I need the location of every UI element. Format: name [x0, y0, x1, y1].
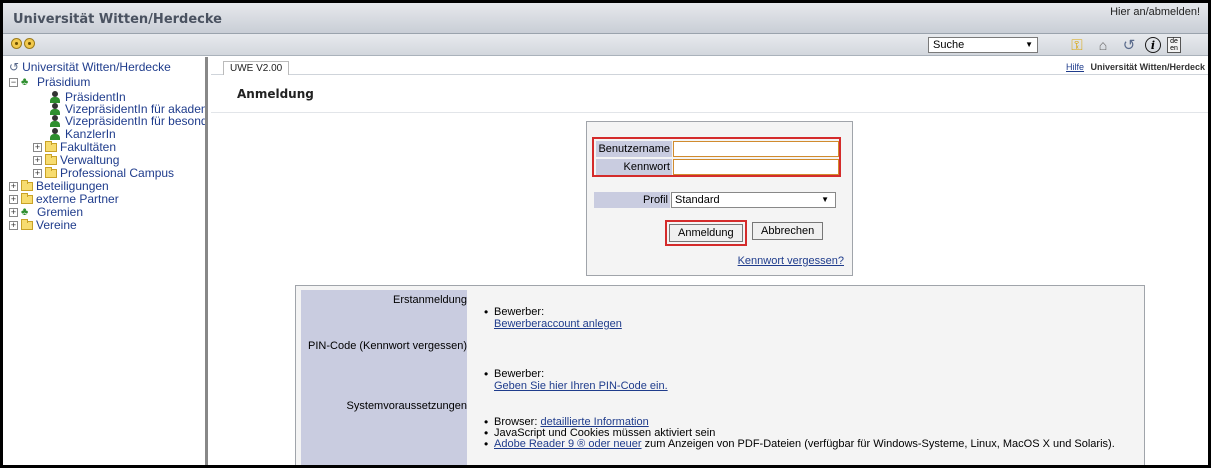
home-icon[interactable]: ⌂: [1093, 36, 1113, 54]
swirl-icon: ↺: [9, 60, 20, 74]
adobe-text: zum Anzeigen von PDF-Dateien (verfügbar …: [644, 438, 1115, 450]
browser-frame: Universität Witten/Herdecke Hier an/abme…: [0, 0, 1211, 468]
folder-icon: [21, 179, 33, 191]
info-label-column: [301, 290, 467, 465]
title-bar: Universität Witten/Herdecke Hier an/abme…: [3, 3, 1208, 34]
dot-icon[interactable]: [11, 38, 22, 49]
group-icon: ♣: [21, 76, 29, 88]
login-logout-link[interactable]: Hier an/abmelden!: [1110, 6, 1200, 18]
lang-en-label: en: [1170, 45, 1178, 52]
folder-icon: [21, 192, 33, 204]
erstanmeldung-label: Erstanmeldung: [393, 294, 467, 306]
system-label: Systemvoraussetzungen: [346, 400, 467, 412]
expand-icon[interactable]: +: [33, 168, 42, 178]
org-name: Universität Witten/Herdeck: [1090, 62, 1205, 72]
chevron-down-icon: ▼: [821, 195, 829, 204]
tree-root[interactable]: ↺ Universität Witten/Herdecke: [9, 60, 171, 74]
credentials-group: Benutzername Kennwort: [592, 137, 841, 177]
app-title: Universität Witten/Herdecke: [13, 12, 222, 27]
login-box: Benutzername Kennwort Profil Standard ▼ …: [586, 121, 853, 276]
tree-label: VizepräsidentIn für besonde: [65, 114, 208, 128]
tree-item-beteiligungen[interactable]: + Beteiligungen: [9, 179, 109, 193]
toolbar-icons: ⚿ ⌂ ↺ i de en: [1067, 36, 1181, 54]
forgot-password-link[interactable]: Kennwort vergessen?: [738, 255, 844, 267]
search-dropdown[interactable]: Suche ▼: [928, 37, 1038, 53]
tree-label: Verwaltung: [60, 153, 120, 167]
folder-icon: [45, 153, 57, 165]
password-label: Kennwort: [596, 159, 672, 175]
tree-item-gremien[interactable]: + ♣ Gremien: [9, 205, 83, 219]
tab-uwe[interactable]: UWE V2.00: [223, 61, 290, 75]
group-icon: ♣: [21, 206, 29, 218]
tab-bar: UWE V2.00 Hilfe Universität Witten/Herde…: [211, 57, 1208, 75]
collapse-icon[interactable]: −: [9, 77, 18, 87]
dot-icon[interactable]: [24, 38, 35, 49]
tree-label: externe Partner: [36, 192, 119, 206]
navigation-tree: ↺ Universität Witten/Herdecke − ♣ Präsidium…: [3, 57, 208, 465]
folder-icon: [45, 140, 57, 152]
help-link[interactable]: Hilfe: [1066, 62, 1084, 72]
list-item: Bewerber: Bewerberaccount anlegen: [484, 305, 622, 330]
tree-root-label: Universität Witten/Herdecke: [22, 60, 171, 74]
tree-label: Beteiligungen: [36, 179, 109, 193]
tree-label: Gremien: [37, 205, 84, 219]
tree-item-vereine[interactable]: + Vereine: [9, 218, 77, 232]
language-icon[interactable]: de en: [1167, 37, 1181, 53]
search-dropdown-value: Suche: [933, 39, 965, 51]
info-icon[interactable]: i: [1145, 37, 1161, 53]
login-button-highlight: Anmeldung: [665, 220, 747, 246]
tree-item-fakultaeten[interactable]: + Fakultäten: [33, 140, 116, 154]
expand-icon[interactable]: +: [33, 142, 42, 152]
tree-item-vize2[interactable]: VizepräsidentIn für besonde: [49, 114, 208, 128]
tree-item-verwaltung[interactable]: + Verwaltung: [33, 153, 119, 167]
person-icon: [49, 115, 61, 127]
list-item: Adobe Reader 9 ® oder neuer zum Anzeigen…: [484, 437, 1115, 451]
expand-icon[interactable]: +: [33, 155, 42, 165]
login-button[interactable]: Anmeldung: [669, 224, 743, 242]
bewerber-account-link[interactable]: Bewerberaccount anlegen: [494, 318, 622, 330]
password-input[interactable]: [673, 159, 839, 175]
bewerber-text: Bewerber:: [494, 368, 545, 380]
pin-label: PIN-Code (Kennwort vergessen): [308, 340, 467, 352]
expand-icon[interactable]: +: [9, 194, 18, 204]
cancel-button[interactable]: Abbrechen: [752, 222, 824, 240]
username-label: Benutzername: [596, 141, 672, 157]
key-icon[interactable]: ⚿: [1067, 36, 1087, 54]
refresh-icon[interactable]: ↺: [1119, 36, 1139, 54]
profil-select[interactable]: Standard ▼: [671, 192, 836, 208]
expand-icon[interactable]: +: [9, 181, 18, 191]
profil-value: Standard: [675, 194, 720, 206]
divider: [211, 112, 1208, 113]
tree-label: Professional Campus: [60, 166, 175, 180]
tree-item-praesidium[interactable]: − ♣ Präsidium: [9, 75, 90, 89]
username-input[interactable]: [673, 141, 839, 157]
top-right-links: Hilfe Universität Witten/Herdeck: [1066, 62, 1205, 72]
chevron-down-icon: ▼: [1025, 40, 1033, 49]
bewerber-text: Bewerber:: [494, 306, 545, 318]
lang-de-label: de: [1170, 38, 1178, 45]
info-box: Erstanmeldung PIN-Code (Kennwort vergess…: [295, 285, 1145, 465]
folder-icon: [21, 218, 33, 230]
adobe-reader-link[interactable]: Adobe Reader 9 ® oder neuer: [494, 438, 642, 450]
main-content: UWE V2.00 Hilfe Universität Witten/Herde…: [211, 57, 1208, 465]
profil-label: Profil: [594, 192, 670, 208]
expand-icon[interactable]: +: [9, 207, 18, 217]
page-title: Anmeldung: [237, 87, 314, 101]
tree-label: Vereine: [36, 218, 77, 232]
pin-code-link[interactable]: Geben Sie hier Ihren PIN-Code ein.: [494, 380, 668, 392]
window-dots: [11, 38, 37, 52]
tree-item-kanzlerin[interactable]: KanzlerIn: [49, 127, 116, 141]
person-icon: [49, 128, 61, 140]
folder-icon: [45, 166, 57, 178]
tree-label: KanzlerIn: [65, 127, 116, 141]
tree-label: Fakultäten: [60, 140, 117, 154]
tree-item-externe-partner[interactable]: + externe Partner: [9, 192, 119, 206]
list-item: Bewerber: Geben Sie hier Ihren PIN-Code …: [484, 367, 668, 392]
expand-icon[interactable]: +: [9, 220, 18, 230]
tree-label: Präsidium: [37, 75, 91, 89]
toolbar: Suche ▼ ⚿ ⌂ ↺ i de en: [3, 34, 1208, 56]
tree-item-professional-campus[interactable]: + Professional Campus: [33, 166, 174, 180]
